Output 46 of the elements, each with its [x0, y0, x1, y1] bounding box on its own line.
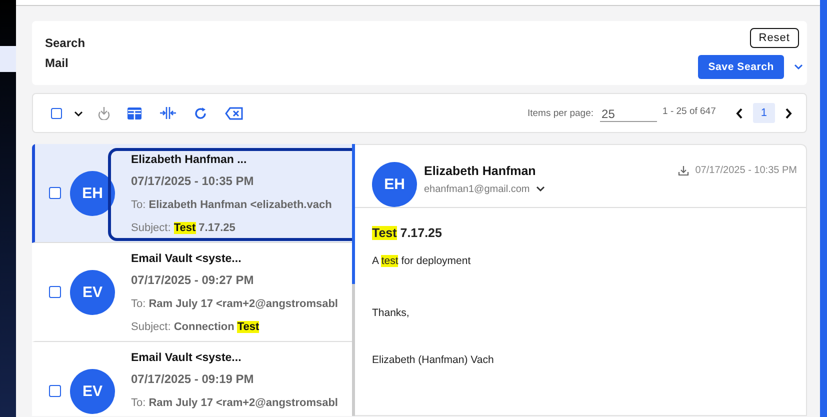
page-title: Search: [45, 36, 86, 50]
sender-name: Email Vault <syste...: [131, 252, 242, 266]
subject-line: Subject: Connection Test: [131, 320, 260, 334]
sender-name: Elizabeth Hanfman ...: [131, 153, 248, 167]
table-icon[interactable]: [127, 106, 142, 120]
email-body-line: Elizabeth (Hanfman) Vach: [372, 354, 495, 366]
recipient-line: To: Ram July 17 <ram+2@angstromsabl: [131, 396, 339, 410]
page-button[interactable]: 1: [752, 103, 775, 123]
page-range: 1 - 25 of 647: [662, 106, 716, 117]
details-chevron-icon[interactable]: [536, 186, 545, 192]
previous-page-icon[interactable]: [736, 108, 743, 118]
select-menu-chevron-icon[interactable]: [74, 111, 83, 117]
scrollbar-thumb[interactable]: [352, 144, 355, 284]
message-checkbox[interactable]: [49, 187, 61, 199]
sender-name: Elizabeth Hanfman: [424, 164, 537, 178]
email-body-line: Thanks,: [372, 307, 410, 319]
recipient-line: To: Ram July 17 <ram+2@angstromsabl: [131, 297, 339, 311]
reset-button[interactable]: Reset: [750, 28, 799, 48]
dropdown-chevron-icon[interactable]: [794, 64, 803, 70]
page-title: Mail: [45, 56, 70, 70]
sender-email: ehanfman1@gmail.com: [424, 184, 530, 195]
message-checkbox[interactable]: [49, 385, 61, 397]
email-subject: Test 7.17.25: [372, 226, 443, 240]
clear-icon[interactable]: [225, 106, 243, 120]
avatar-initials: EH: [70, 170, 115, 216]
message-date: 07/17/2025 - 09:27 PM: [131, 272, 255, 288]
sender-name: Email Vault <syste...: [131, 351, 242, 365]
subject-line: Subject: Test 7.17.25: [131, 221, 236, 235]
items-per-page-field[interactable]: 25: [600, 104, 657, 122]
select-all-checkbox[interactable]: [51, 108, 62, 118]
refresh-icon[interactable]: [194, 106, 207, 120]
download-icon[interactable]: [97, 106, 111, 120]
column-resize-icon[interactable]: [160, 107, 176, 119]
message-date: 07/17/2025 - 09:19 PM: [131, 371, 255, 387]
message-date: 07/17/2025 - 10:35 PM: [695, 165, 797, 176]
recipient-line: To: Elizabeth Hanfman <elizabeth.vach: [131, 198, 333, 212]
download-icon[interactable]: [678, 166, 690, 176]
message-date: 07/17/2025 - 10:35 PM: [131, 173, 255, 189]
items-per-page-label: Items per page:: [528, 108, 594, 118]
next-page-icon[interactable]: [785, 108, 792, 118]
save-search-button[interactable]: Save Search: [698, 54, 784, 78]
avatar-initials: EV: [70, 270, 115, 314]
message-row[interactable]: EH Elizabeth Hanfman ... 07/17/2025 - 10:35 PM To: Elizabeth Hanfman <elizabeth.vach Subject: Test 7.17.25: [32, 144, 352, 243]
message-checkbox[interactable]: [49, 286, 61, 298]
avatar-initials: EV: [70, 368, 115, 414]
avatar-initials: EH: [372, 162, 417, 207]
